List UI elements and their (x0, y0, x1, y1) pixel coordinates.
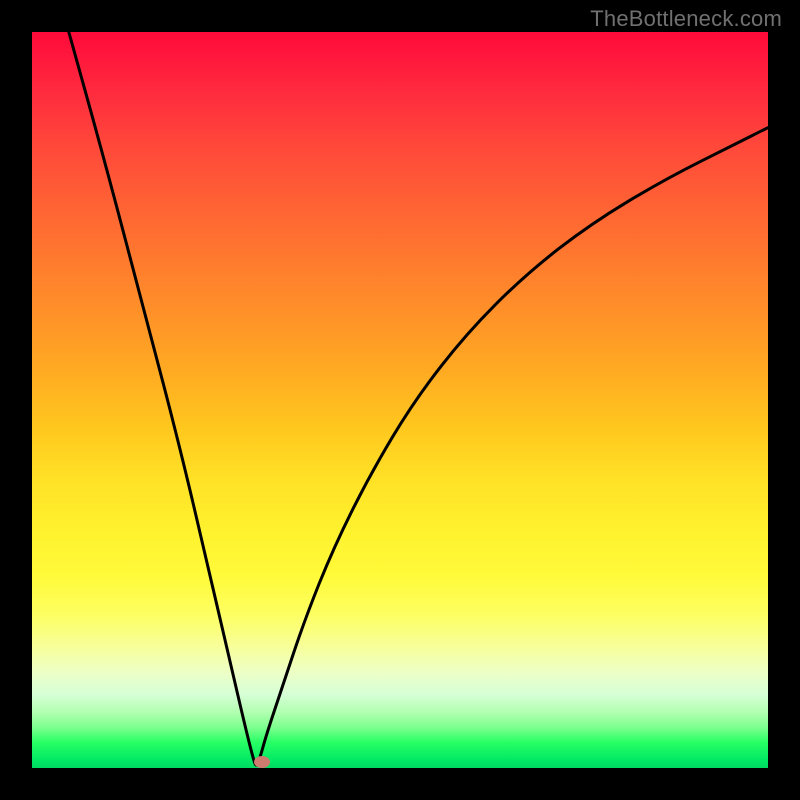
bottleneck-curve (32, 32, 768, 768)
watermark-text: TheBottleneck.com (590, 6, 782, 32)
optimum-marker (254, 756, 270, 768)
curve-path (69, 32, 768, 765)
plot-area (32, 32, 768, 768)
chart-frame: TheBottleneck.com (0, 0, 800, 800)
